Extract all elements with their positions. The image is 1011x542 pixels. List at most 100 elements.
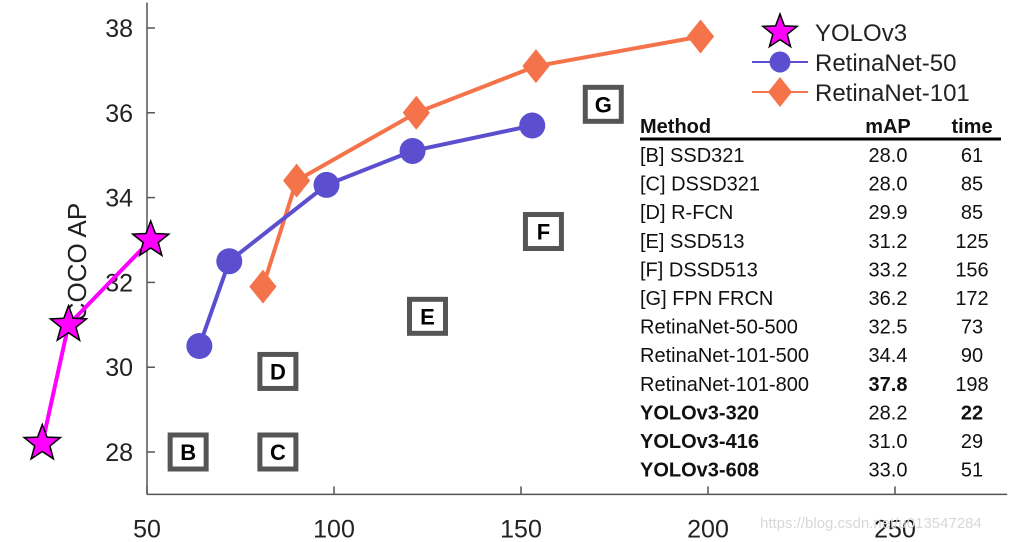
table-cell-map: 28.2 <box>869 402 908 424</box>
table-cell-time: 90 <box>961 345 983 367</box>
legend-item-retinanet-50: RetinaNet-50 <box>752 50 956 77</box>
table-header: mAP <box>865 116 911 138</box>
legend-label: YOLOv3 <box>815 20 907 47</box>
x-tick-label: 50 <box>133 515 161 542</box>
series-retinanet-50 <box>186 112 546 359</box>
legend-label: RetinaNet-101 <box>815 80 970 107</box>
diamond-marker <box>249 269 277 304</box>
box-marker-d: D <box>257 351 299 391</box>
table-cell-time: 85 <box>961 202 983 224</box>
table-cell-time: 172 <box>955 288 988 310</box>
watermark: https://blog.csdn.net/u013547284 <box>760 515 982 532</box>
table-cell-map: 28.0 <box>869 174 908 196</box>
table-row: [C] DSSD321 28.0 85 <box>640 174 983 196</box>
table-cell-method: [D] R-FCN <box>640 202 733 224</box>
legend: YOLOv3 RetinaNet-50 RetinaNet-101 <box>752 11 970 107</box>
table-cell-method: [G] FPN FRCN <box>640 288 773 310</box>
legend-label: RetinaNet-50 <box>815 50 956 77</box>
box-marker-label: D <box>270 359 286 384</box>
diamond-marker <box>522 49 550 84</box>
y-tick-label: 38 <box>105 15 133 43</box>
diamond-marker <box>402 95 430 130</box>
table-cell-time: 51 <box>961 460 983 482</box>
x-tick-label: 100 <box>313 515 355 542</box>
star-marker <box>22 422 63 461</box>
table-cell-time: 198 <box>955 374 988 396</box>
series-line <box>197 123 533 347</box>
diamond-marker <box>686 19 715 54</box>
table-header: Method <box>640 116 711 138</box>
circle-marker <box>313 171 340 198</box>
table-row: [E] SSD513 31.2 125 <box>640 231 989 253</box>
diamond-marker <box>768 77 792 107</box>
table-cell-method: YOLOv3-416 <box>640 431 759 453</box>
table-row: RetinaNet-101-800 37.8 198 <box>640 374 989 396</box>
table-cell-map: 34.4 <box>869 345 908 367</box>
y-tick-label: 28 <box>105 439 133 467</box>
table-cell-time: 156 <box>955 259 988 281</box>
table-cell-map: 29.9 <box>869 202 908 224</box>
table-cell-method: [E] SSD513 <box>640 231 745 253</box>
legend-item-retinanet-101: RetinaNet-101 <box>752 77 970 107</box>
series-line <box>261 34 701 288</box>
y-tick-label: 30 <box>105 354 133 382</box>
table-row: YOLOv3-320 28.2 22 <box>640 402 983 424</box>
table-cell-map: 37.8 <box>869 374 908 396</box>
table-cell-map: 33.0 <box>869 460 908 482</box>
box-marker-c: C <box>257 432 299 472</box>
box-marker-label: B <box>180 440 196 465</box>
table-cell-time: 125 <box>955 231 988 253</box>
table-cell-method: YOLOv3-320 <box>640 402 759 424</box>
box-markers: B C D E F G <box>167 84 624 472</box>
box-marker-label: C <box>270 440 286 465</box>
table-row: [B] SSD321 28.0 61 <box>640 145 983 167</box>
box-marker-label: E <box>420 304 435 329</box>
series-line <box>40 238 153 444</box>
table-cell-map: 31.2 <box>869 231 908 253</box>
table-cell-time: 61 <box>961 145 983 167</box>
table-cell-map: 28.0 <box>869 145 908 167</box>
table-cell-time: 85 <box>961 174 983 196</box>
box-marker-e: E <box>407 296 448 336</box>
table-cell-method: RetinaNet-101-500 <box>640 345 809 367</box>
table-cell-method: RetinaNet-50-500 <box>640 317 798 339</box>
table-row: YOLOv3-416 31.0 29 <box>640 431 983 453</box>
table-cell-time: 29 <box>961 431 983 453</box>
star-marker <box>760 11 800 49</box>
table-cell-method: RetinaNet-101-800 <box>640 374 809 396</box>
table-cell-method: [C] DSSD321 <box>640 174 760 196</box>
y-tick-label: 34 <box>105 185 133 213</box>
table-row: [F] DSSD513 33.2 156 <box>640 259 989 281</box>
table-cell-method: [F] DSSD513 <box>640 259 758 281</box>
box-marker-b: B <box>167 432 209 472</box>
chart: 28303234363850 100 150 200 250 COCO AP B CDEF… <box>22 2 1008 542</box>
box-marker-f: F <box>522 212 564 252</box>
y-tick-label: 36 <box>105 100 133 128</box>
table-header: time <box>951 116 992 138</box>
table-row: [D] R-FCN 29.9 85 <box>640 202 983 224</box>
circle-marker <box>399 137 426 164</box>
box-marker-g: G <box>582 84 624 124</box>
table-row: [G] FPN FRCN 36.2 172 <box>640 288 989 310</box>
circle-marker <box>186 333 213 359</box>
diamond-marker <box>283 163 311 198</box>
table-cell-map: 32.5 <box>869 317 908 339</box>
table-cell-map: 33.2 <box>869 259 908 281</box>
table-cell-method: YOLOv3-608 <box>640 460 759 482</box>
table-cell-map: 36.2 <box>869 288 908 310</box>
circle-marker <box>216 248 243 275</box>
box-marker-label: G <box>595 92 612 117</box>
x-tick-label: 150 <box>500 515 542 542</box>
legend-item-yolov3: YOLOv3 <box>760 11 907 49</box>
table-cell-time: 73 <box>961 317 983 339</box>
circle-marker <box>769 51 791 73</box>
circle-marker <box>519 112 546 139</box>
table-cell-time: 22 <box>961 402 983 424</box>
results-table: Method mAP time [B] SSD321 28.0 61 [C] DSSD321… <box>640 116 1001 482</box>
x-tick-label: 200 <box>687 515 729 542</box>
box-marker-label: F <box>537 220 550 245</box>
table-row: RetinaNet-50-500 32.5 73 <box>640 317 983 339</box>
table-row: YOLOv3-608 33.0 51 <box>640 460 983 482</box>
table-row: RetinaNet-101-500 34.4 90 <box>640 345 983 367</box>
table-cell-map: 31.0 <box>869 431 908 453</box>
